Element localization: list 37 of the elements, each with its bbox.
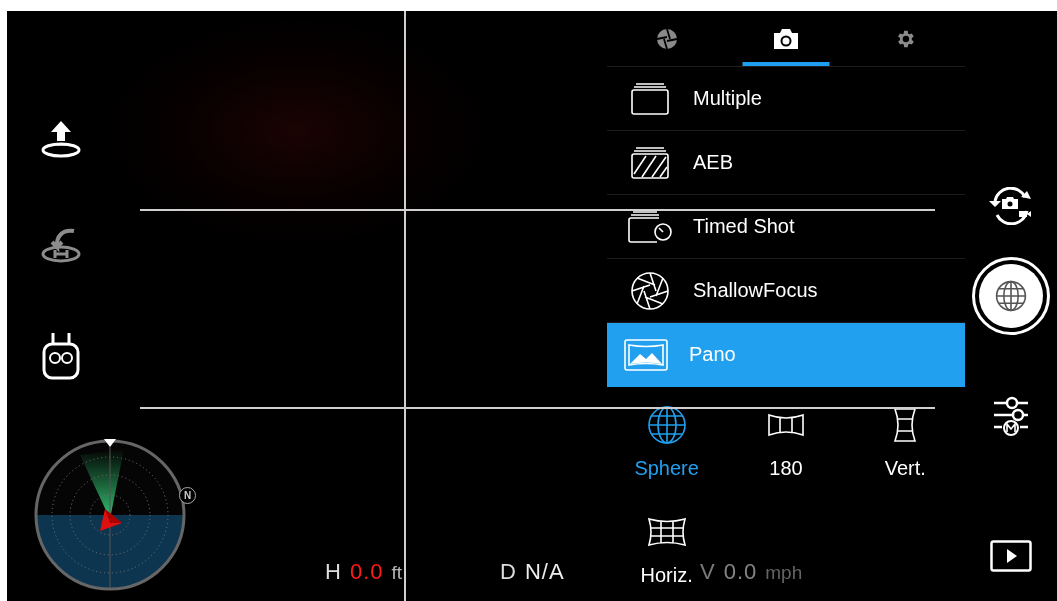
option-label: Vert.: [884, 457, 926, 480]
telemetry-label: V: [700, 559, 716, 585]
panorama-icon: [624, 338, 668, 371]
globe-icon: [646, 405, 687, 445]
pano-option[interactable]: Vert.: [882, 405, 929, 480]
pano-option[interactable]: 180: [763, 405, 809, 480]
mode-label: ShallowFocus: [693, 279, 818, 302]
play-icon[interactable]: [990, 540, 1032, 572]
telemetry-value: 0.0: [723, 559, 758, 585]
hatched-frames-icon: [630, 145, 670, 180]
timer-frame-icon: [627, 209, 673, 244]
aperture-icon: [630, 270, 670, 311]
telemetry-label: D: [500, 559, 517, 585]
stacked-frames-icon: [630, 81, 670, 116]
pano-option[interactable]: Horiz.: [640, 512, 693, 587]
telemetry-unit: ft: [391, 562, 403, 584]
mode-label: AEB: [693, 151, 734, 174]
pano-option[interactable]: Sphere: [634, 405, 699, 480]
option-label: 180: [769, 457, 803, 480]
mode-label: Multiple: [693, 87, 762, 110]
curved-panorama-icon: [767, 413, 805, 437]
telemetry-value: 0.0: [349, 559, 384, 585]
telemetry-unit: mph: [765, 562, 803, 584]
vertical-panorama-icon: [893, 407, 918, 443]
aperture-icon: [655, 27, 678, 50]
mode-label: Pano: [689, 343, 736, 366]
telemetry-value: N/A: [524, 559, 565, 585]
mode-label: Timed Shot: [693, 215, 795, 238]
telemetry-label: H: [325, 559, 342, 585]
horizontal-panorama-icon: [646, 517, 687, 547]
sliders-icon[interactable]: [992, 395, 1030, 437]
takeoff-icon[interactable]: [39, 119, 82, 159]
camera-icon: [772, 26, 800, 51]
option-label: Sphere: [634, 457, 699, 480]
option-label: Horiz.: [640, 564, 693, 587]
globe-icon: [995, 280, 1027, 312]
remote-controller-icon[interactable]: [40, 331, 81, 381]
